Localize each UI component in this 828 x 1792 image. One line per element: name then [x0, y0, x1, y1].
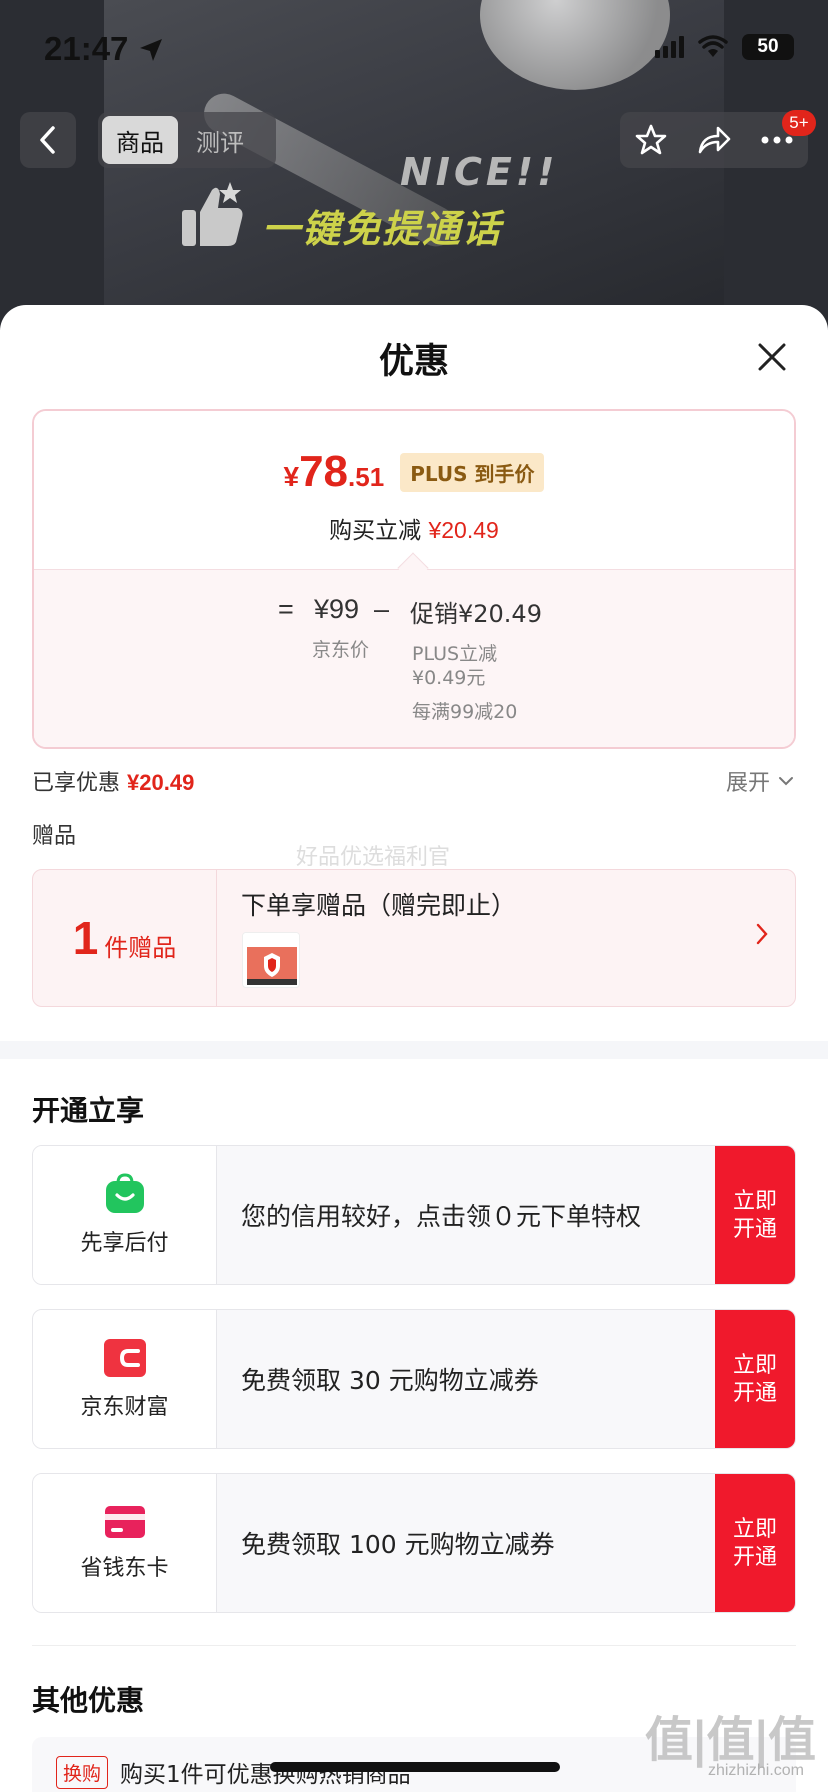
- service-brand: 省钱东卡: [33, 1474, 217, 1612]
- gift-section-label: 赠品: [32, 824, 77, 849]
- star-icon[interactable]: [634, 123, 668, 157]
- message-badge: 5+: [782, 110, 816, 136]
- open-now-button[interactable]: 立即开通: [715, 1146, 795, 1284]
- chevron-right-icon: [756, 923, 768, 945]
- price-breakdown-card: ¥78.51 PLUS 到手价 购买立减 ¥20.49 = ¥99 京东价 – …: [32, 409, 796, 749]
- purchase-reduce: 购买立减 ¥20.49: [329, 517, 499, 544]
- wifi-icon: [698, 35, 728, 57]
- service-name: 先享后付: [80, 1231, 169, 1256]
- shopping-bag-icon: [105, 1173, 144, 1213]
- nav-actions: [620, 112, 808, 168]
- cellular-signal-icon: [655, 36, 684, 58]
- price-formula-section: = ¥99 京东价 – 促销¥20.49 PLUS立减 ¥0.49元 每满99减…: [34, 569, 794, 747]
- service-description: 免费领取 30 元购物立减券: [241, 1366, 539, 1395]
- service-card-jd-finance[interactable]: 京东财富 免费领取 30 元购物立减券 立即开通: [32, 1309, 796, 1449]
- share-icon[interactable]: [696, 124, 732, 156]
- section-divider: [0, 1041, 828, 1059]
- home-indicator[interactable]: [270, 1762, 560, 1772]
- final-price-section: ¥78.51 PLUS 到手价 购买立减 ¥20.49: [34, 411, 794, 569]
- section-divider: [32, 1645, 796, 1646]
- plus-reduce-amount: ¥0.49元: [412, 667, 486, 689]
- swap-tag: 换购: [56, 1755, 109, 1789]
- gift-count: 1 件赠品: [33, 870, 217, 1006]
- wallet-icon: [103, 1339, 146, 1377]
- gift-thumbnail: [242, 932, 300, 988]
- plus-reduce-label: PLUS立减: [412, 643, 498, 665]
- formula-minus: –: [374, 594, 390, 624]
- service-brand: 京东财富: [33, 1310, 217, 1448]
- service-name: 京东财富: [80, 1395, 169, 1420]
- tab-review[interactable]: 测评: [182, 116, 258, 164]
- plus-price-tag: PLUS 到手价: [400, 452, 545, 492]
- watermark-text: 好品优选福利官: [296, 845, 451, 870]
- enjoyed-discount: 已享优惠 ¥20.49: [32, 770, 195, 796]
- thumbs-up-icon: [182, 182, 243, 246]
- service-description: 您的信用较好，点击领０元下单特权: [241, 1202, 642, 1231]
- discount-sheet: 优惠 ¥78.51 PLUS 到手价 购买立减 ¥20.49 = ¥99 京东价…: [0, 305, 828, 1792]
- open-now-button[interactable]: 立即开通: [715, 1474, 795, 1612]
- location-arrow-icon: [139, 39, 162, 61]
- service-card-pay-later[interactable]: 先享后付 您的信用较好，点击领０元下单特权 立即开通: [32, 1145, 796, 1285]
- battery-indicator: 50: [742, 34, 794, 60]
- service-card-savings-card[interactable]: 省钱东卡 免费领取 100 元购物立减券 立即开通: [32, 1473, 796, 1613]
- tab-product[interactable]: 商品: [102, 116, 178, 164]
- product-image-caption: NICE!!: [400, 150, 559, 194]
- product-image-slogan: 一键免提通话: [262, 207, 503, 251]
- service-name: 省钱东卡: [80, 1556, 169, 1581]
- open-now-button[interactable]: 立即开通: [715, 1310, 795, 1448]
- expand-button[interactable]: 展开: [726, 765, 794, 797]
- final-price: ¥78.51: [283, 447, 385, 496]
- formula-equals: =: [278, 594, 294, 624]
- card-icon: [104, 1506, 145, 1538]
- status-indicators: 50: [655, 34, 794, 60]
- chevron-left-icon: [40, 126, 55, 154]
- other-discounts-title: 其他优惠: [32, 1684, 145, 1717]
- open-benefits-title: 开通立享: [32, 1094, 145, 1127]
- status-time: 21:47: [44, 30, 164, 68]
- jd-price-label: 京东价: [312, 639, 370, 661]
- site-url: zhizhizhi.com: [707, 1762, 804, 1779]
- back-button[interactable]: [20, 112, 76, 168]
- promo-amount: 促销¥20.49: [410, 600, 542, 628]
- more-icon[interactable]: [760, 135, 794, 145]
- jd-price: ¥99: [314, 594, 360, 624]
- chevron-down-icon: [779, 777, 793, 786]
- service-brand: 先享后付: [33, 1146, 217, 1284]
- sheet-title: 优惠: [378, 342, 449, 382]
- product-tabs: 商品 测评: [98, 112, 276, 168]
- service-description: 免费领取 100 元购物立减券: [241, 1530, 555, 1559]
- gift-title: 下单享赠品（赠完即止）: [241, 891, 517, 920]
- gift-card[interactable]: 1 件赠品 下单享赠品（赠完即止）: [32, 869, 796, 1007]
- site-logo: 值|值|值: [644, 1712, 816, 1768]
- swap-offer-text: 购买1件可优惠换购热销商品: [120, 1762, 411, 1788]
- full-reduce-rule: 每满99减20: [412, 701, 518, 723]
- close-icon[interactable]: [752, 337, 792, 377]
